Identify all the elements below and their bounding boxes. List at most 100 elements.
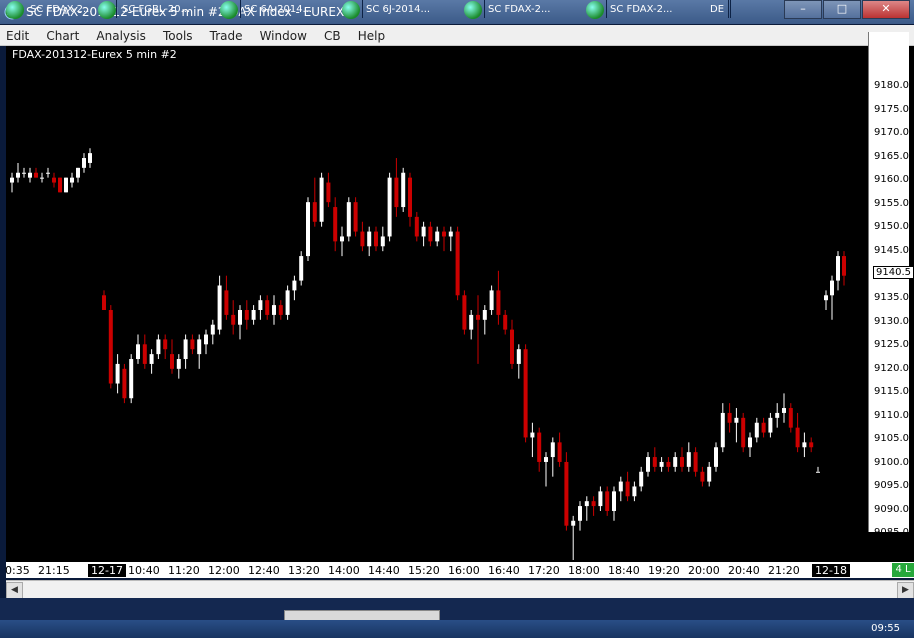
menu-tools[interactable]: Tools [163, 29, 193, 43]
candle [108, 305, 113, 389]
close-button[interactable]: ✕ [862, 0, 910, 19]
candle [115, 354, 120, 394]
candle [700, 466, 705, 487]
candle [578, 501, 582, 531]
candle [591, 496, 596, 516]
candle [319, 172, 324, 227]
menu-cb[interactable]: CB [324, 29, 341, 43]
candle [680, 447, 684, 472]
price-tick-label: 9120.0 [874, 362, 909, 374]
horizontal-scrollbar[interactable]: ◀ ▶ [6, 580, 914, 599]
minimize-button[interactable]: – [784, 0, 822, 19]
candle [448, 226, 453, 252]
candle [598, 486, 603, 511]
globe-icon [6, 1, 24, 19]
candle [251, 305, 256, 325]
menu-help[interactable]: Help [358, 29, 385, 43]
candle [659, 457, 664, 472]
candle [734, 408, 739, 443]
candle [340, 226, 344, 257]
time-tick-label: 21:20 [768, 564, 800, 577]
time-tick-label: 12-17 [88, 564, 126, 577]
candle [530, 422, 535, 458]
menu-analysis[interactable]: Analysis [96, 29, 145, 43]
candle [176, 354, 181, 379]
candle [618, 476, 623, 502]
time-tick-label: 19:20 [648, 564, 680, 577]
candle [612, 486, 616, 521]
price-tick-label: 9160.0 [874, 174, 909, 186]
candle [22, 167, 26, 178]
maximize-button[interactable]: □ [823, 0, 861, 19]
candle [46, 167, 50, 178]
candle [788, 403, 793, 433]
price-tick-label: 9180.0 [874, 80, 909, 91]
candlestick-plot[interactable] [6, 60, 868, 560]
time-tick-label: 12-18 [812, 564, 850, 577]
candle [809, 437, 814, 453]
candle [673, 452, 678, 472]
candle [768, 412, 773, 438]
menu-window[interactable]: Window [260, 29, 307, 43]
candle [367, 226, 372, 257]
candle [292, 275, 297, 301]
scroll-right-icon[interactable]: ▶ [897, 582, 914, 599]
candle [550, 437, 555, 477]
candle [58, 177, 62, 193]
candle [510, 319, 514, 369]
language-indicator[interactable]: DE [706, 0, 731, 18]
candle [816, 466, 820, 473]
candle [693, 447, 698, 477]
taskbar [0, 620, 914, 638]
candle [272, 295, 276, 325]
candle [455, 226, 460, 301]
price-tick-label: 9100.0 [874, 456, 909, 468]
candle [374, 226, 378, 252]
price-tick-label: 9115.0 [874, 386, 909, 398]
candle [414, 211, 419, 242]
candle [326, 172, 331, 208]
candle [333, 197, 338, 252]
time-tick-label: 10:40 [128, 564, 160, 577]
background-strip [0, 598, 914, 620]
candle [754, 417, 759, 443]
last-price-marker: 9140.5 [873, 266, 914, 279]
time-tick-label: 12:40 [248, 564, 280, 577]
time-tick-label: 16:00 [448, 564, 480, 577]
time-tick-label: 20:40 [728, 564, 760, 577]
candle [652, 447, 657, 472]
candle [775, 403, 780, 428]
candle [584, 496, 589, 521]
candle [435, 226, 440, 247]
time-tick-label: 17:20 [528, 564, 560, 577]
candle [387, 172, 392, 242]
candle [836, 251, 840, 291]
price-tick-label: 9095.0 [874, 480, 909, 492]
scroll-left-icon[interactable]: ◀ [6, 582, 23, 599]
candle [714, 442, 718, 472]
candle [564, 452, 569, 531]
candle [707, 461, 712, 487]
candle [346, 197, 351, 242]
menu-trade[interactable]: Trade [210, 29, 243, 43]
candle [428, 221, 433, 247]
candle [197, 334, 202, 369]
candle [462, 290, 467, 335]
candle [204, 329, 208, 355]
candle [306, 197, 310, 261]
candle [163, 334, 168, 360]
candle [795, 412, 800, 453]
globe-icon [98, 1, 116, 19]
menu-edit[interactable]: Edit [6, 29, 29, 43]
candle [360, 221, 365, 252]
candle [285, 285, 290, 320]
candle [625, 471, 630, 502]
layer-badge[interactable]: 4 L [892, 563, 914, 577]
candle [476, 295, 480, 364]
candle [28, 167, 32, 183]
menu-bar: Edit Chart Analysis Tools Trade Window C… [0, 25, 914, 46]
price-tick-label: 9125.0 [874, 339, 909, 351]
menu-chart[interactable]: Chart [46, 29, 79, 43]
price-tick-label: 9150.0 [874, 221, 909, 233]
time-tick-label: 18:40 [608, 564, 640, 577]
